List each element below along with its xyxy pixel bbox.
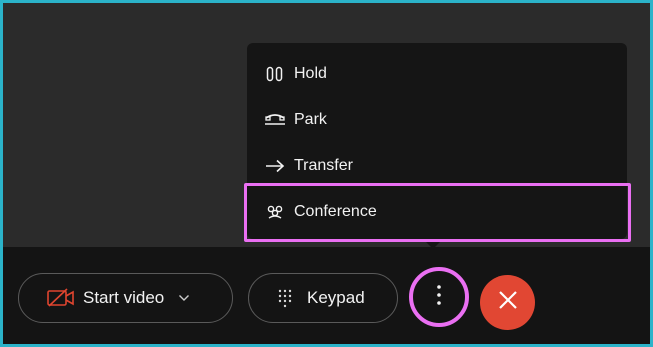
call-options-menu: Hold Park Transfer Conference bbox=[247, 43, 627, 249]
menu-item-transfer[interactable]: Transfer bbox=[247, 143, 627, 189]
start-video-label: Start video bbox=[83, 288, 165, 307]
menu-item-hold[interactable]: Hold bbox=[247, 51, 627, 97]
transfer-arrow-icon bbox=[262, 156, 288, 176]
menu-item-conference[interactable]: Conference bbox=[247, 189, 627, 235]
more-options-button[interactable] bbox=[409, 267, 469, 327]
more-vertical-icon bbox=[436, 284, 442, 311]
chevron-down-icon[interactable] bbox=[178, 294, 190, 302]
keypad-button[interactable]: Keypad bbox=[248, 273, 398, 323]
menu-item-label: Park bbox=[294, 111, 327, 128]
conference-icon bbox=[262, 202, 288, 222]
keypad-label: Keypad bbox=[307, 288, 365, 307]
call-window: Hold Park Transfer Conference Start vide… bbox=[0, 0, 653, 347]
menu-item-label: Transfer bbox=[294, 157, 353, 174]
start-video-button[interactable]: Start video bbox=[18, 273, 233, 323]
video-off-icon bbox=[46, 288, 76, 308]
keypad-icon bbox=[275, 288, 295, 308]
park-icon bbox=[262, 110, 288, 130]
hold-icon bbox=[262, 64, 288, 84]
menu-item-label: Conference bbox=[294, 203, 377, 220]
menu-item-label: Hold bbox=[294, 65, 327, 82]
end-call-button[interactable] bbox=[480, 275, 535, 330]
menu-item-park[interactable]: Park bbox=[247, 97, 627, 143]
close-icon bbox=[498, 290, 518, 315]
